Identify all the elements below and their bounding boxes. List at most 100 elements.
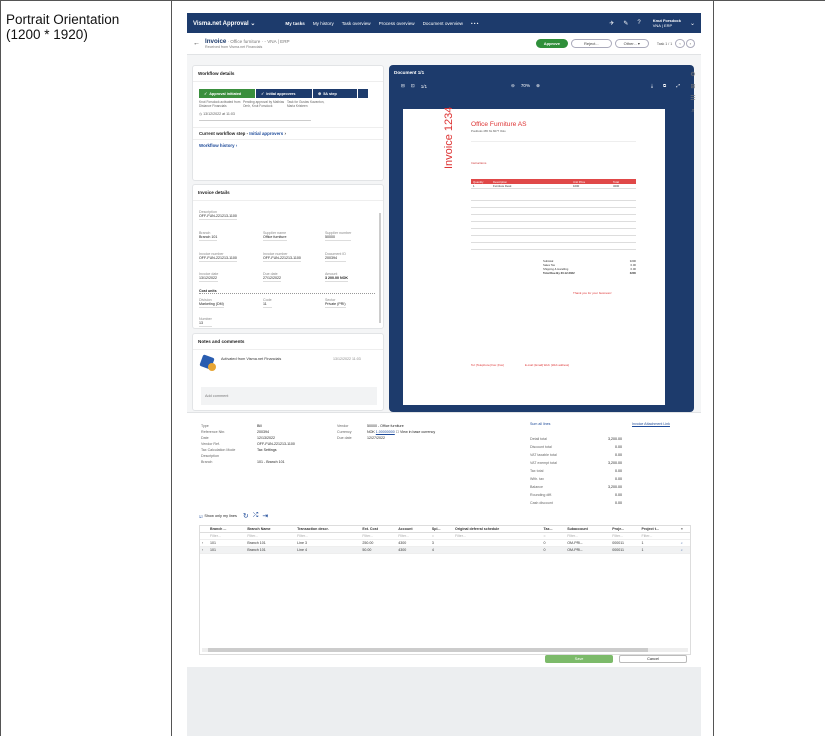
workflow-card: Workflow details ✓ Approval initiated ✓ In… xyxy=(192,65,384,181)
notes-title: Notes and comments xyxy=(198,339,245,344)
fit-columns-icon[interactable]: ⇥ xyxy=(262,512,268,520)
tab-task-overview[interactable]: Task overview xyxy=(342,21,371,26)
filter-input[interactable]: Filter... xyxy=(295,532,361,540)
filter-input[interactable]: Filter... xyxy=(565,532,611,540)
reject-button[interactable]: Reject... xyxy=(570,39,612,48)
search-icon[interactable]: ⌕ xyxy=(678,539,690,547)
brand-logo[interactable]: Visma.net Approval ⌄ xyxy=(193,20,255,27)
field-branch: Branch Branch 101 xyxy=(199,231,218,241)
more-menu-icon[interactable]: • • • xyxy=(471,21,478,26)
list-icon[interactable]: ☰ xyxy=(688,93,698,105)
table-row[interactable]: › 101 Branch 101 Line 4 50.00 4300 4 0 OM-PRI--… xyxy=(200,546,690,554)
horizontal-scrollbar[interactable] xyxy=(202,648,688,652)
field-supplier-number: Supplier number 50000 xyxy=(325,231,352,241)
grid-icon[interactable]: ⊞ xyxy=(688,81,698,93)
currency-rate-link[interactable]: 1.00000000 xyxy=(376,430,395,434)
note-entry: Activated from Visma.net Financials xyxy=(221,357,282,361)
user-menu[interactable]: Knut Forsdock VNA | ERP xyxy=(653,18,681,28)
note-date: 13/12/2022 11:03 xyxy=(333,357,361,361)
field-amount: Amount 3 200.00 NOK xyxy=(325,272,348,282)
view-base-currency-checkbox[interactable]: ☐ xyxy=(396,430,399,434)
footer-web: E-mail: [Email] Web: [Web address] xyxy=(525,363,570,367)
app-screenshot: Visma.net Approval ⌄ My tasks My history… xyxy=(187,13,701,736)
page-nav-icon[interactable]: ⊡ xyxy=(411,83,415,89)
filter-input[interactable]: Filter... xyxy=(208,532,246,540)
step-5a[interactable]: ⊕ 5A step xyxy=(313,89,357,98)
workflow-history-link[interactable]: Workflow history › xyxy=(193,140,383,151)
minus-page-icon[interactable]: ⊟ xyxy=(401,83,405,89)
thank-you-note: Thank you for your business! xyxy=(573,291,612,295)
filter-input[interactable]: = xyxy=(429,532,453,540)
document-viewer: Document 1/1 ⊟ ⊡ 1/1 ⊖ 70% ⊕ ⤓ ⧉ ⤢ Invoi… xyxy=(389,65,694,412)
megaphone-icon[interactable]: ✎ xyxy=(623,20,628,27)
download-icon[interactable]: ⤓ xyxy=(651,83,653,88)
show-only-my-lines-label: Show only my lines xyxy=(204,514,237,518)
show-only-my-lines-checkbox[interactable]: ☑ xyxy=(199,514,202,519)
filter-input[interactable]: Filter... xyxy=(396,532,430,540)
step-approval-initiated[interactable]: ✓ Approval initiated xyxy=(199,89,255,98)
filter-input[interactable]: = xyxy=(541,532,566,540)
resolution-label: (1200 * 1920) xyxy=(6,27,88,42)
step-initial-approvers[interactable]: ✓ Initial approvers xyxy=(256,89,312,98)
empty-footer-area xyxy=(187,667,701,736)
invoice-document: Invoice 1234 Office Furniture AS Postbok… xyxy=(403,106,665,405)
open-external-icon[interactable]: ⧉ xyxy=(663,83,666,88)
other-dropdown[interactable]: Other... ▾ xyxy=(614,39,649,48)
search-icon[interactable]: ⌕ xyxy=(678,546,690,554)
field-invoice-number: Invoice number OFF-FUN-221213-1100 xyxy=(199,252,237,262)
filter-input[interactable]: Filter... xyxy=(610,532,640,540)
next-task-button[interactable]: › xyxy=(685,39,695,48)
add-comment-input[interactable]: Add comment xyxy=(201,387,377,405)
invoice-meta xyxy=(471,141,636,155)
page-subtitle: · Office furniture · - VNA | ERP xyxy=(227,39,290,44)
table-cell-label: Portrait Orientation (1200 * 1920) xyxy=(0,0,172,736)
zoom-in-icon[interactable]: ⊕ xyxy=(536,83,540,89)
page-header: ← Invoice · Office furniture · - VNA | E… xyxy=(187,33,701,55)
step-more[interactable] xyxy=(358,89,368,98)
cancel-button[interactable]: Cancel xyxy=(619,655,687,663)
table-row[interactable]: › 101 Branch 101 Line 3 250.00 4300 3 0 OM-PRI-… xyxy=(200,539,690,547)
mid-field-group: Vendor 50000 - Office furniture Currency N… xyxy=(337,424,436,440)
invoice-table-empty-rows xyxy=(471,194,636,254)
tab-process-overview[interactable]: Process overview xyxy=(379,21,415,26)
refresh-icon[interactable]: ↻ xyxy=(243,512,249,520)
filter-input[interactable]: Filter... xyxy=(245,532,296,540)
tab-my-history[interactable]: My history xyxy=(313,21,334,26)
chevron-down-icon[interactable]: ⌄ xyxy=(690,20,695,27)
erp-form: Type Bill Reference Nbr. 200394 Date 12/13/… xyxy=(187,412,701,736)
search-doc-icon[interactable]: ⌕ xyxy=(688,105,698,117)
field-invoice-date: Invoice date 13/12/2022 xyxy=(199,272,219,282)
field-number: Number 13 xyxy=(199,317,212,327)
current-step[interactable]: Current workflow step - Initial approver… xyxy=(193,128,383,139)
tab-my-tasks[interactable]: My tasks xyxy=(285,21,304,26)
split-icon[interactable]: ⤮ xyxy=(253,512,259,520)
workflow-steps: ✓ Approval initiated ✓ Initial approvers ⊕… xyxy=(193,89,383,98)
footer-contact: Tel: [Telephone] Fax: [Fax] xyxy=(471,363,504,367)
invoice-attachment-link[interactable]: Invoice Attachment Link xyxy=(632,422,670,426)
rocket-icon[interactable]: ✈ xyxy=(609,20,614,27)
invoice-vertical-title: Invoice 1234 xyxy=(443,106,455,169)
help-icon[interactable]: ? xyxy=(637,20,640,26)
zoom-out-icon[interactable]: ⊖ xyxy=(511,83,515,89)
workflow-title: Workflow details xyxy=(198,71,235,76)
scrollbar[interactable] xyxy=(379,213,381,323)
page-indicator: 1/1 xyxy=(420,83,428,89)
prev-task-button[interactable]: ‹ xyxy=(675,39,685,48)
tab-document-overview[interactable]: Document overview xyxy=(423,21,463,26)
back-arrow-icon[interactable]: ← xyxy=(193,40,200,47)
field-invoice-number-2: Invoice number OFF-FUN-221213-1100 xyxy=(263,252,301,262)
sum-all-lines-link[interactable]: Sum all lines xyxy=(530,422,550,426)
approve-button[interactable]: Approve xyxy=(535,39,568,48)
instructions: Instructions xyxy=(471,161,487,165)
expand-icon[interactable]: ⤢ xyxy=(676,83,680,88)
document-toolbar: Document 1/1 ⊟ ⊡ 1/1 ⊖ 70% ⊕ ⤓ ⧉ ⤢ xyxy=(389,65,694,91)
field-supplier-name: Supplier name Office furniture xyxy=(263,231,287,241)
filter-input[interactable]: Filter... xyxy=(452,532,542,540)
invoice-table-row: 1 Furniture Desk 1000 3200 xyxy=(471,184,636,189)
settings-icon[interactable]: ⚙ xyxy=(688,69,698,81)
save-button[interactable]: Save xyxy=(545,655,613,663)
field-code: Code 11 xyxy=(263,298,272,308)
filter-input[interactable]: Filter... xyxy=(639,532,679,540)
filter-input[interactable]: Filter... xyxy=(360,532,397,540)
check-icon: ✓ xyxy=(261,92,265,96)
